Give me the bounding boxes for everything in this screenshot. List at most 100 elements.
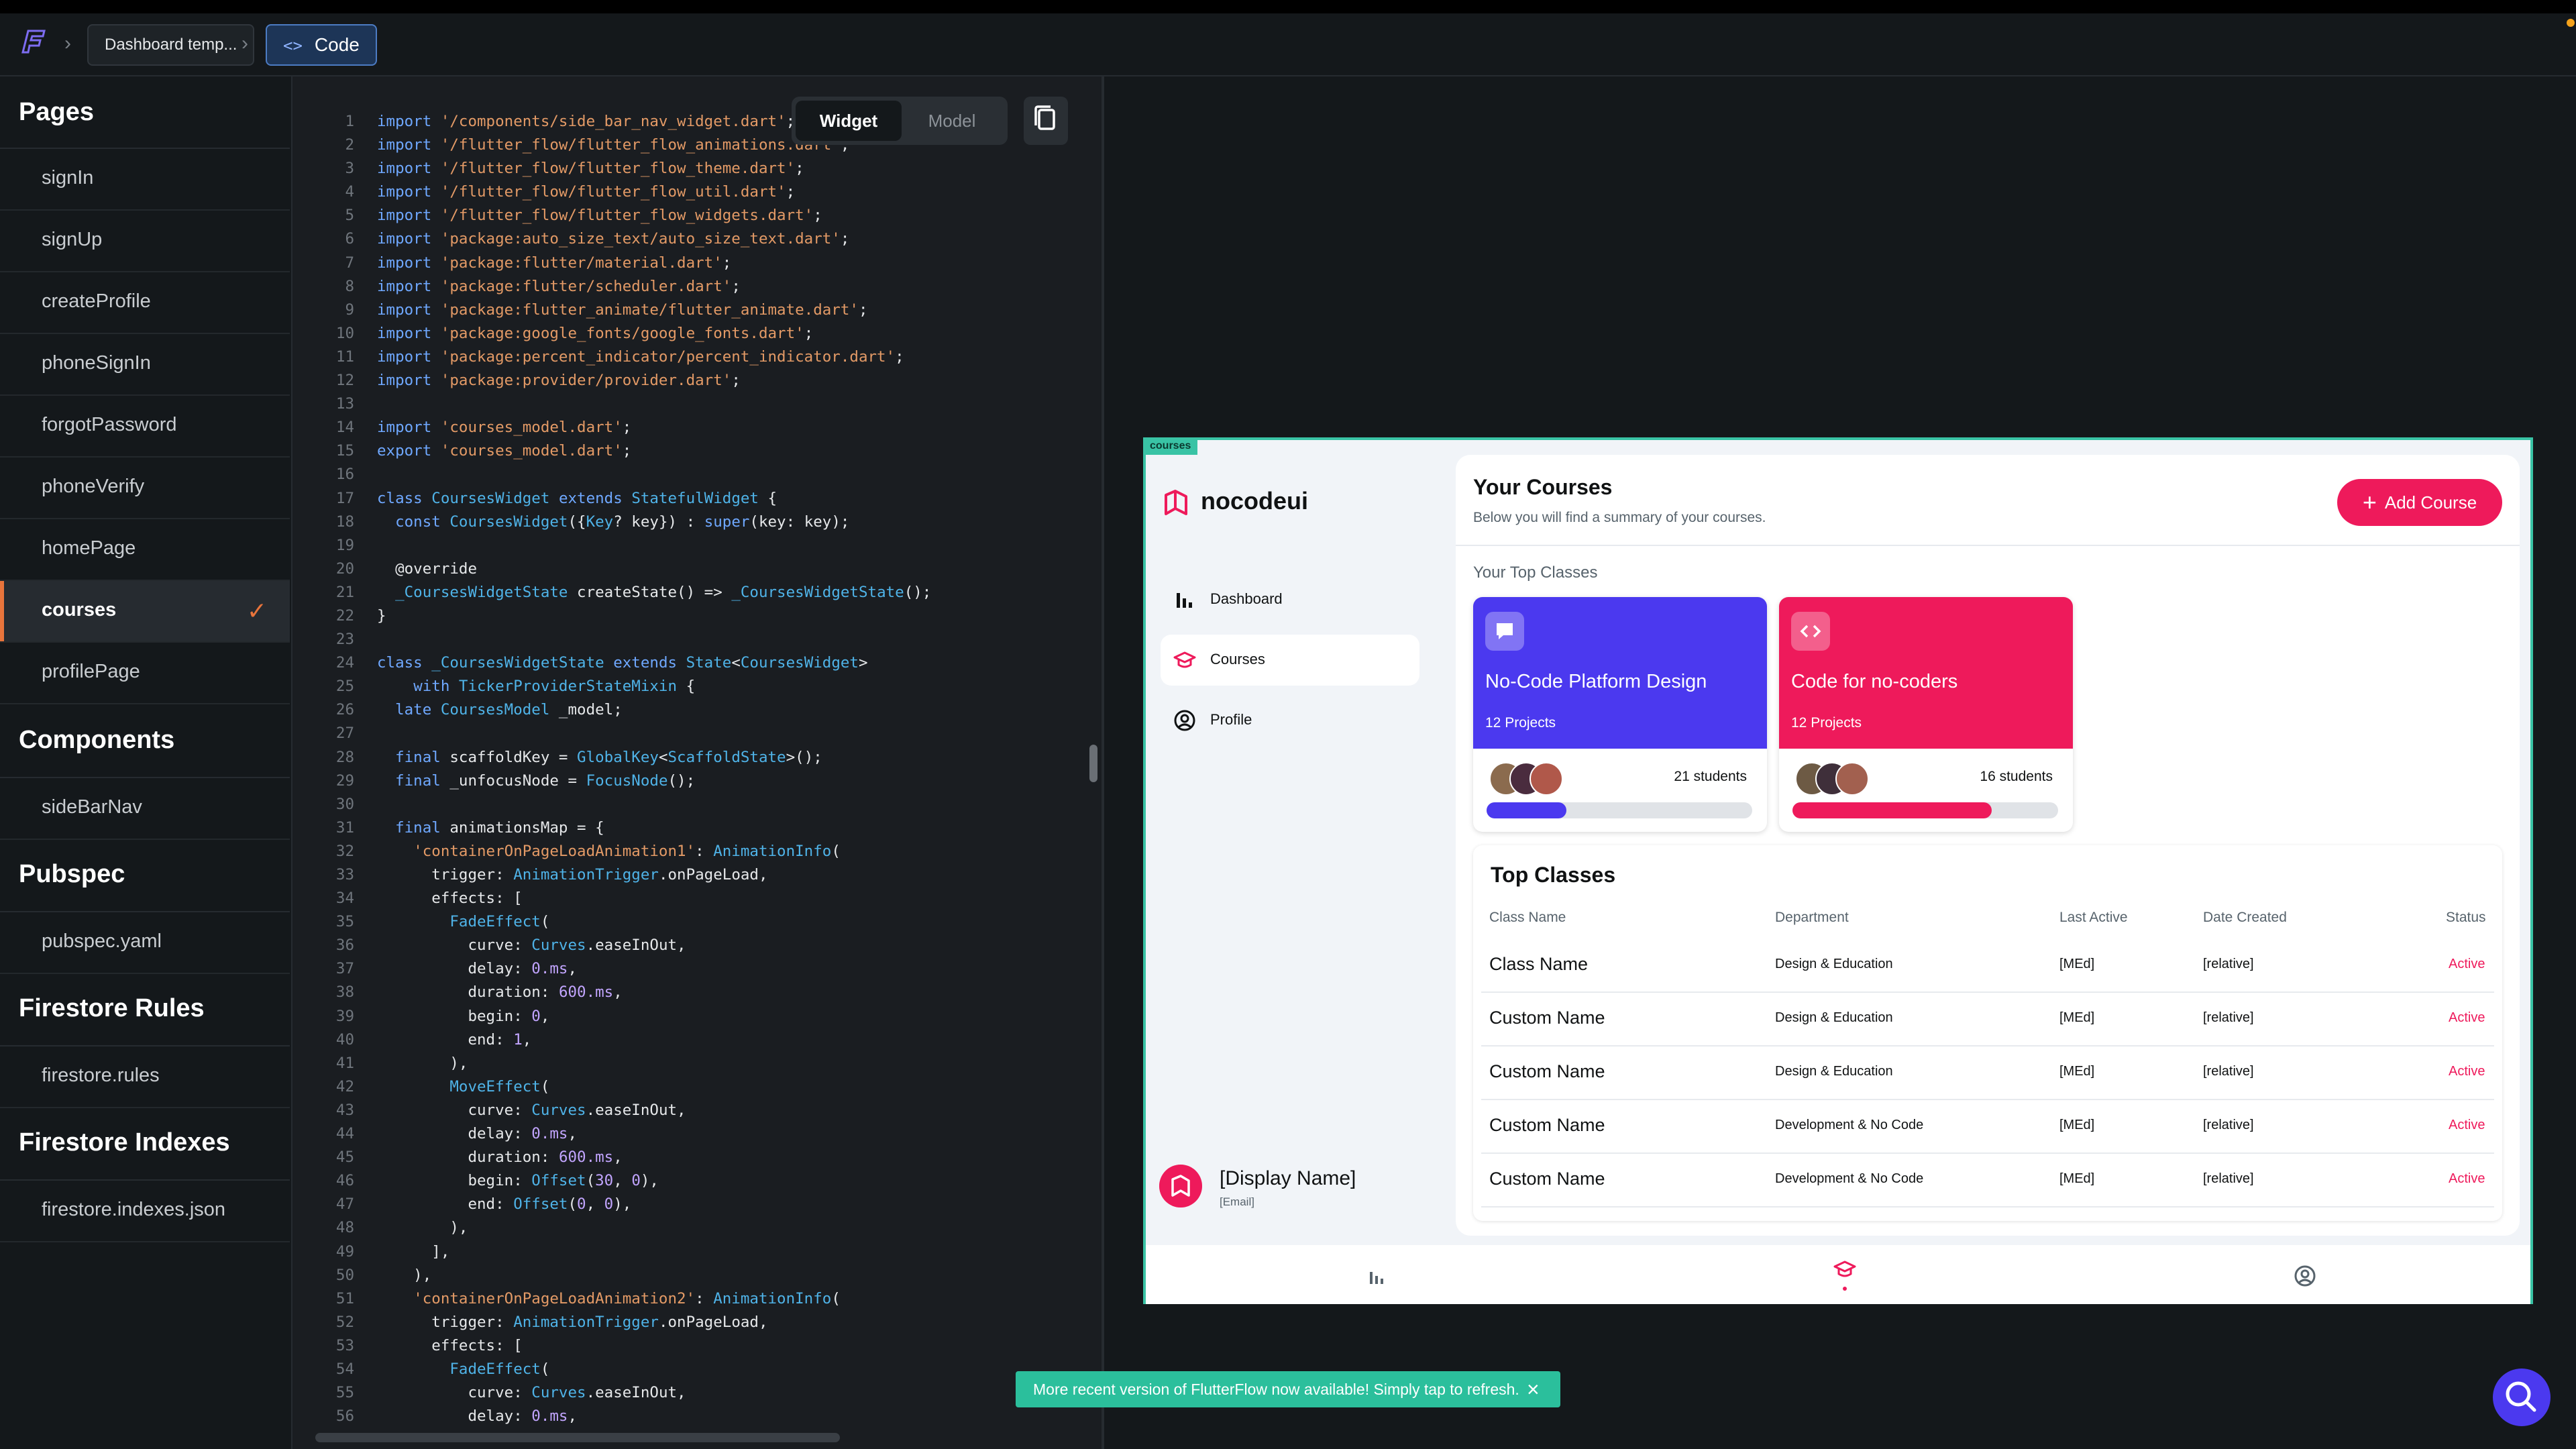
tab-widget[interactable]: Widget xyxy=(796,101,902,141)
code-line: import 'package:flutter/scheduler.dart'; xyxy=(377,277,741,295)
section-title-pages: Pages xyxy=(19,98,94,126)
class-name-cell: Custom Name xyxy=(1489,1061,1605,1081)
preview-page-tag: courses xyxy=(1143,437,1198,455)
file-tree-sidebar: Pages signIn signUp createProfile phoneS… xyxy=(0,76,292,1449)
page-item-signin[interactable]: signIn xyxy=(0,149,290,211)
search-fab[interactable] xyxy=(2493,1368,2551,1426)
code-line: FadeEffect( xyxy=(449,913,550,931)
code-line: import 'package:percent_indicator/percen… xyxy=(377,347,904,366)
line-number: 31 xyxy=(335,818,354,837)
code-line: import 'package:flutter/material.dart'; xyxy=(377,254,732,272)
line-number: 3 xyxy=(345,160,354,178)
tab-model[interactable]: Model xyxy=(899,101,1005,141)
date-created-cell: [relative] xyxy=(2203,1118,2254,1132)
line-number: 49 xyxy=(335,1242,354,1260)
file-item-pubspec[interactable]: pubspec.yaml xyxy=(0,912,290,974)
table-row[interactable]: Class Name Design & Education [MEd] [relati… xyxy=(1481,939,2494,993)
line-number: 51 xyxy=(335,1289,354,1307)
line-number: 34 xyxy=(335,890,354,908)
page-item-profilepage[interactable]: profilePage xyxy=(0,643,290,704)
status-cell: Active xyxy=(2449,1064,2485,1079)
line-number: 41 xyxy=(335,1054,354,1072)
line-number: 42 xyxy=(335,1077,354,1095)
date-created-cell: [relative] xyxy=(2203,957,2254,971)
line-number: 7 xyxy=(345,254,354,272)
code-line: curve: Curves.easeInOut, xyxy=(377,1384,686,1402)
code-line: final scaffoldKey = GlobalKey<ScaffoldSt… xyxy=(395,748,822,766)
breadcrumb-code-label: Code xyxy=(314,34,360,55)
table-row[interactable]: Custom Name Development & No Code [MEd] [re… xyxy=(1481,1154,2494,1208)
graduation-cap-icon[interactable] xyxy=(1833,1257,1857,1281)
page-item-signup[interactable]: signUp xyxy=(0,211,290,272)
course-card[interactable]: Code for no-coders 12 Projects 16 studen… xyxy=(1779,597,2073,832)
line-number: 28 xyxy=(335,748,354,766)
line-number: 27 xyxy=(335,724,354,743)
breadcrumb-code[interactable]: <> Code xyxy=(266,24,377,66)
status-cell: Active xyxy=(2449,1171,2485,1186)
class-name-cell: Class Name xyxy=(1489,954,1589,974)
code-line: 'containerOnPageLoadAnimation1': Animati… xyxy=(413,842,841,860)
page-item-createprofile[interactable]: createProfile xyxy=(0,272,290,334)
plus-icon: + xyxy=(2362,488,2377,516)
update-toast[interactable]: More recent version of FlutterFlow now a… xyxy=(1016,1371,1560,1407)
code-line: export 'courses_model.dart'; xyxy=(377,442,632,460)
component-item-sidebarnav[interactable]: sideBarNav xyxy=(0,778,290,840)
file-item-firestore-indexes[interactable]: firestore.indexes.json xyxy=(0,1181,290,1242)
file-item-firestore-rules[interactable]: firestore.rules xyxy=(0,1046,290,1108)
preview-bottom-nav xyxy=(1146,1245,2530,1304)
page-item-phoneverify[interactable]: phoneVerify xyxy=(0,458,290,519)
editor-vertical-scrollbar[interactable] xyxy=(1089,745,1097,782)
brand-logo: nocodeui xyxy=(1161,487,1308,518)
flutterflow-logo-icon[interactable] xyxy=(16,25,48,58)
preview-nav-courses[interactable]: Courses xyxy=(1161,635,1419,686)
preview-side-nav: nocodeui Dashboard Courses Profile [Disp… xyxy=(1146,440,1452,1245)
section-title-pubspec: Pubspec xyxy=(19,860,125,888)
close-icon[interactable]: × xyxy=(1527,1371,1540,1407)
code-line: ), xyxy=(377,1219,468,1237)
page-item-homepage[interactable]: homePage xyxy=(0,519,290,581)
user-email: [Email] xyxy=(1220,1195,1254,1208)
brand-name: nocodeui xyxy=(1201,487,1308,515)
class-name-cell: Custom Name xyxy=(1489,1008,1605,1028)
line-number: 50 xyxy=(335,1266,354,1284)
line-number: 35 xyxy=(335,913,354,931)
code-line: class _CoursesWidgetState extends State<… xyxy=(377,654,868,672)
course-card[interactable]: No-Code Platform Design 12 Projects 21 s… xyxy=(1473,597,1767,832)
code-line: ), xyxy=(377,1054,468,1072)
column-header: Status xyxy=(2446,910,2486,925)
line-number: 47 xyxy=(335,1195,354,1214)
code-line: ], xyxy=(377,1242,450,1260)
table-row[interactable]: Custom Name Design & Education [MEd] [relat… xyxy=(1481,993,2494,1046)
page-item-courses[interactable]: courses ✓ xyxy=(0,581,290,643)
code-line: effects: [ xyxy=(377,890,523,908)
preview-nav-dashboard[interactable]: Dashboard xyxy=(1161,574,1419,625)
code-editor[interactable]: 1 import '/components/side_bar_nav_widget… xyxy=(292,76,1102,1449)
account-circle-icon[interactable] xyxy=(2293,1264,2317,1288)
department-cell: Development & No Code xyxy=(1775,1118,1924,1132)
line-number: 48 xyxy=(335,1219,354,1237)
page-item-phonesignin[interactable]: phoneSignIn xyxy=(0,334,290,396)
code-line: with TickerProviderStateMixin { xyxy=(413,678,696,696)
preview-nav-profile[interactable]: Profile xyxy=(1161,695,1419,746)
table-row[interactable]: Custom Name Development & No Code [MEd] [re… xyxy=(1481,1100,2494,1154)
table-row[interactable]: Custom Name Design & Education [MEd] [relat… xyxy=(1481,1046,2494,1100)
code-line: delay: 0.ms, xyxy=(377,1125,578,1143)
code-line: import 'package:provider/provider.dart'; xyxy=(377,372,741,390)
copy-code-button[interactable] xyxy=(1024,97,1068,145)
code-line: curve: Curves.easeInOut, xyxy=(377,936,686,955)
line-number: 43 xyxy=(335,1101,354,1119)
line-number: 4 xyxy=(345,183,354,201)
status-cell: Active xyxy=(2449,1010,2485,1025)
breadcrumb-page[interactable]: Dashboard temp... xyxy=(87,24,255,66)
editor-horizontal-scrollbar[interactable] xyxy=(315,1433,840,1442)
bar-chart-icon[interactable] xyxy=(1364,1264,1389,1288)
panel-splitter[interactable] xyxy=(1102,76,1104,1449)
page-item-forgotpassword[interactable]: forgotPassword xyxy=(0,396,290,458)
line-number: 40 xyxy=(335,1030,354,1049)
card-header: Code for no-coders 12 Projects xyxy=(1779,597,2073,749)
code-line: import '/flutter_flow/flutter_flow_anima… xyxy=(377,136,850,154)
code-line: effects: [ xyxy=(377,1336,523,1354)
code-block[interactable]: 1 import '/components/side_bar_nav_widget… xyxy=(292,110,931,1428)
line-number: 1 xyxy=(345,113,354,130)
add-course-button[interactable]: + Add Course xyxy=(2337,479,2502,526)
